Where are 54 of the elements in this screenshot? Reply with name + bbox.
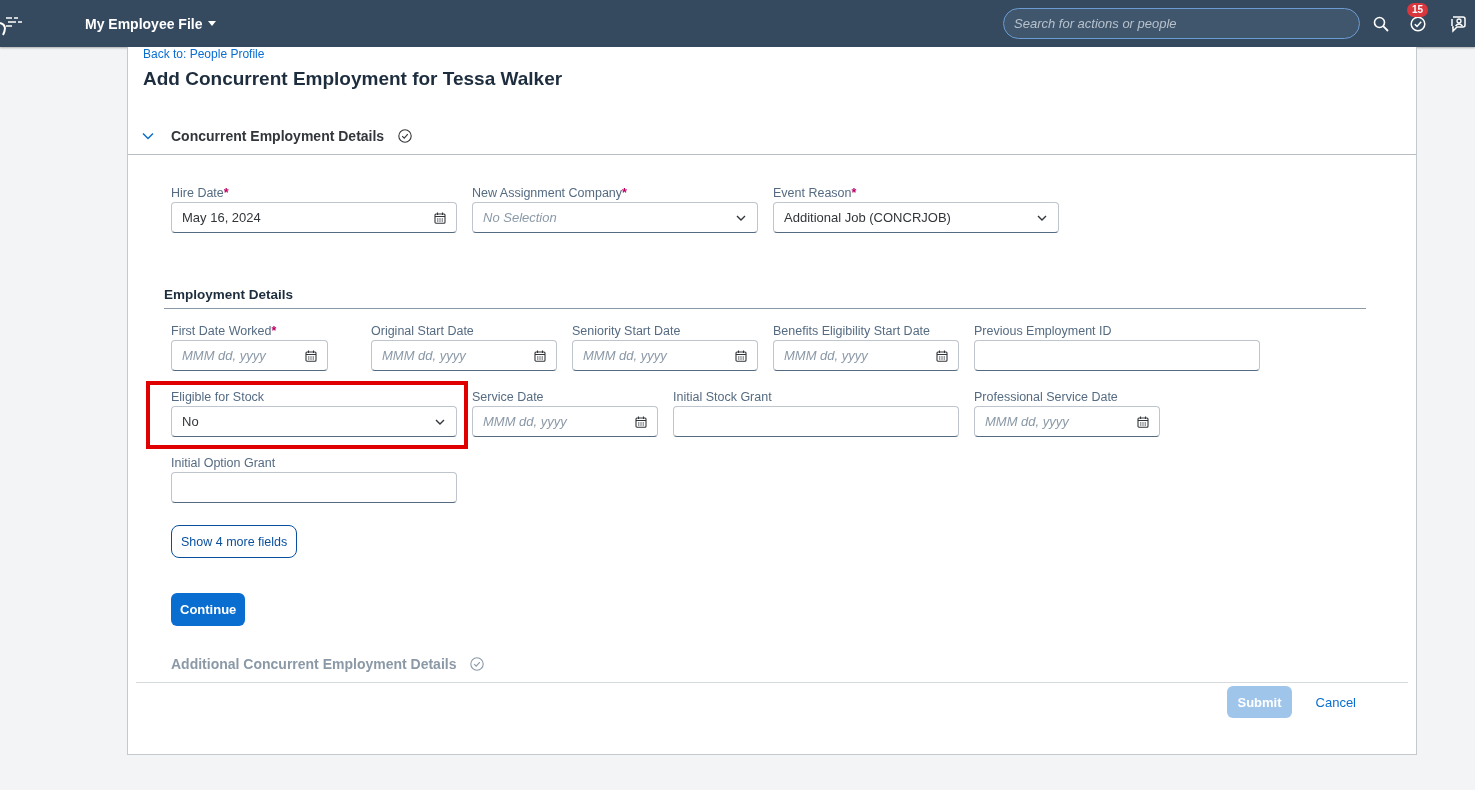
- field-label: Initial Stock Grant: [673, 390, 772, 405]
- field-label: New Assignment Company: [472, 186, 623, 201]
- date-field[interactable]: MMM dd, yyyy: [171, 340, 328, 371]
- field-label: Professional Service Date: [974, 390, 1118, 405]
- page-title: Add Concurrent Employment for Tessa Walker: [143, 68, 563, 90]
- dropdown-field[interactable]: No Selection: [472, 202, 758, 233]
- calendar-icon[interactable]: [635, 415, 647, 428]
- field-label: Hire Date: [171, 186, 224, 201]
- field-label: Service Date: [472, 390, 544, 405]
- notification-badge: 15: [1407, 2, 1429, 17]
- section-title: Concurrent Employment Details: [171, 128, 385, 144]
- check-circle-icon: [398, 129, 413, 143]
- field-label: Event Reason: [773, 186, 852, 201]
- required-mark: *: [622, 186, 627, 201]
- check-circle-icon: [470, 657, 485, 671]
- field-label: Previous Employment ID: [974, 324, 1112, 339]
- input-field[interactable]: [673, 406, 959, 437]
- calendar-icon[interactable]: [1137, 415, 1149, 428]
- input-field[interactable]: [974, 340, 1260, 371]
- required-mark: *: [271, 324, 277, 339]
- section-title: Additional Concurrent Employment Details: [171, 656, 457, 672]
- calendar-icon[interactable]: [735, 349, 747, 362]
- field-label: Eligible for Stock: [171, 390, 265, 405]
- date-field[interactable]: May 16, 2024: [171, 202, 457, 233]
- field-label: Seniority Start Date: [572, 324, 681, 339]
- field-label: Original Start Date: [371, 324, 474, 339]
- date-field[interactable]: MMM dd, yyyy: [974, 406, 1160, 437]
- date-field[interactable]: MMM dd, yyyy: [572, 340, 758, 371]
- field-label: Benefits Eligibility Start Date: [773, 324, 930, 339]
- subsection-title: Employment Details: [164, 287, 1366, 309]
- show-more-button[interactable]: Show 4 more fields: [171, 525, 298, 558]
- field-label: Initial Option Grant: [171, 456, 276, 471]
- calendar-icon[interactable]: [434, 211, 446, 224]
- input-field[interactable]: [171, 472, 457, 503]
- dropdown-field[interactable]: No: [171, 406, 457, 437]
- calendar-icon[interactable]: [534, 349, 546, 362]
- cancel-link[interactable]: Cancel: [1307, 686, 1364, 718]
- caret-icon: [208, 21, 217, 26]
- search-field[interactable]: Search for actions or people: [1003, 8, 1360, 39]
- dropdown-field[interactable]: Additional Job (CONCRJOB): [773, 202, 1059, 233]
- date-field[interactable]: MMM dd, yyyy: [371, 340, 557, 371]
- search-icon[interactable]: [1373, 15, 1389, 32]
- required-mark: *: [223, 186, 229, 201]
- chat-person-icon[interactable]: [1448, 14, 1466, 33]
- date-field[interactable]: MMM dd, yyyy: [773, 340, 959, 371]
- date-field[interactable]: MMM dd, yyyy: [472, 406, 658, 437]
- continue-button[interactable]: Continue: [171, 593, 246, 626]
- check-circle-icon[interactable]: [1410, 15, 1426, 32]
- app-menu[interactable]: My Employee File: [85, 15, 217, 32]
- calendar-icon[interactable]: [305, 349, 317, 362]
- calendar-icon[interactable]: [936, 349, 948, 362]
- required-mark: *: [851, 186, 857, 201]
- field-label: First Date Worked: [171, 324, 272, 339]
- back-link[interactable]: Back to: People Profile: [143, 47, 265, 61]
